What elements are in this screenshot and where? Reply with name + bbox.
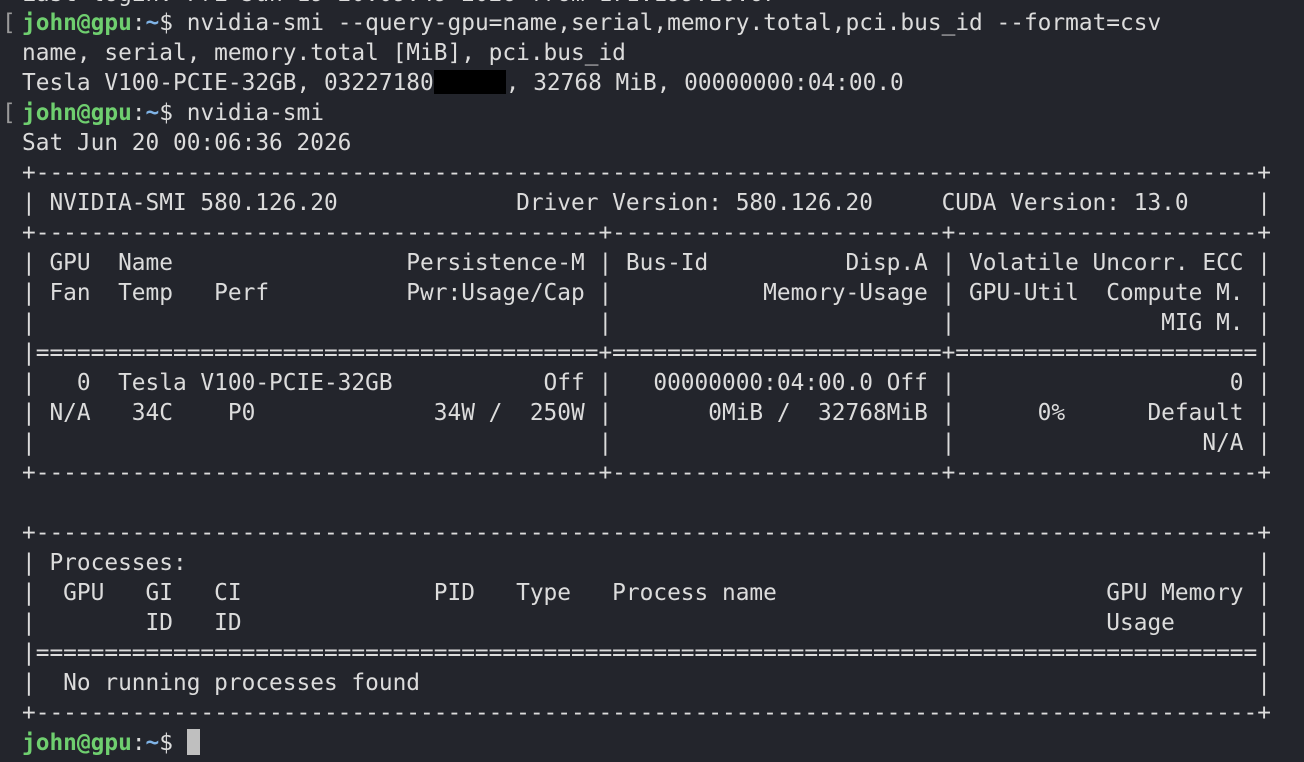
prompt-path: ~ <box>145 730 160 756</box>
prompt-symbol: $ <box>159 10 187 36</box>
proc-header-1: | GPU GI CI PID Type Process name GPU Me… <box>22 580 1271 606</box>
proc-no-processes: | No running processes found | <box>22 670 1271 696</box>
csv-row-end: , 32768 MiB, 00000000:04:00.0 <box>505 70 904 96</box>
prompt-colon: : <box>131 730 146 756</box>
smi-gpu-row-2: | N/A 34C P0 34W / 250W | 0MiB / 32768Mi… <box>22 400 1271 426</box>
prompt-symbol: $ <box>159 730 187 756</box>
smi-border-bottom: +---------------------------------------… <box>22 460 1271 486</box>
prompt-path: ~ <box>145 100 160 126</box>
prompt-line-3[interactable]: john@gpu:~$ <box>22 728 200 758</box>
redaction-block <box>433 70 506 94</box>
terminal-window[interactable]: Last login: Fri Jun 19 20:09:49 2026 fro… <box>0 0 1304 762</box>
proc-header-2: | ID ID Usage | <box>22 610 1271 636</box>
smi-gpu-row-1: | 0 Tesla V100-PCIE-32GB Off | 00000000:… <box>22 370 1271 396</box>
prompt-symbol: $ <box>159 100 187 126</box>
csv-row: Tesla V100-PCIE-32GB, 03227180 , 32768 Mi… <box>22 68 904 98</box>
smi-border-top: +---------------------------------------… <box>22 160 1271 186</box>
smi-separator-double: |=======================================… <box>22 340 1271 366</box>
prompt-user-host: john@gpu <box>22 10 132 36</box>
smi-separator: +---------------------------------------… <box>22 220 1271 246</box>
timestamp: Sat Jun 20 00:06:36 2026 <box>22 130 352 156</box>
proc-title: | Processes: | <box>22 550 1271 576</box>
smi-gpu-row-3: | | | N/A | <box>22 430 1271 456</box>
command-nvidia-smi: nvidia-smi <box>186 100 324 126</box>
proc-separator-double: |=======================================… <box>22 640 1271 666</box>
prompt-colon: : <box>131 10 146 36</box>
prompt-bracket: [ <box>2 100 16 126</box>
smi-column-header-2: | Fan Temp Perf Pwr:Usage/Cap | Memory-U… <box>22 280 1271 306</box>
smi-column-header-3: | | | MIG M. | <box>22 310 1271 336</box>
smi-column-header-1: | GPU Name Persistence-M | Bus-Id Disp.A… <box>22 250 1271 276</box>
prompt-colon: : <box>131 100 146 126</box>
prompt-path: ~ <box>145 10 160 36</box>
command-query-gpu: nvidia-smi --query-gpu=name,serial,memor… <box>186 10 1162 36</box>
prompt-bracket: [ <box>2 10 16 36</box>
prompt-line-2: john@gpu:~$ nvidia-smi <box>22 98 324 128</box>
prompt-user-host: john@gpu <box>22 730 132 756</box>
csv-header: name, serial, memory.total [MiB], pci.bu… <box>22 40 626 66</box>
text-cursor[interactable] <box>186 729 200 755</box>
csv-row-start: Tesla V100-PCIE-32GB, 03227180 <box>22 70 434 96</box>
smi-header-line: | NVIDIA-SMI 580.126.20 Driver Version: … <box>22 190 1271 216</box>
prompt-line-1: john@gpu:~$ nvidia-smi --query-gpu=name,… <box>22 8 1161 38</box>
proc-border-top: +---------------------------------------… <box>22 520 1271 546</box>
proc-border-bottom: +---------------------------------------… <box>22 700 1271 726</box>
prompt-user-host: john@gpu <box>22 100 132 126</box>
